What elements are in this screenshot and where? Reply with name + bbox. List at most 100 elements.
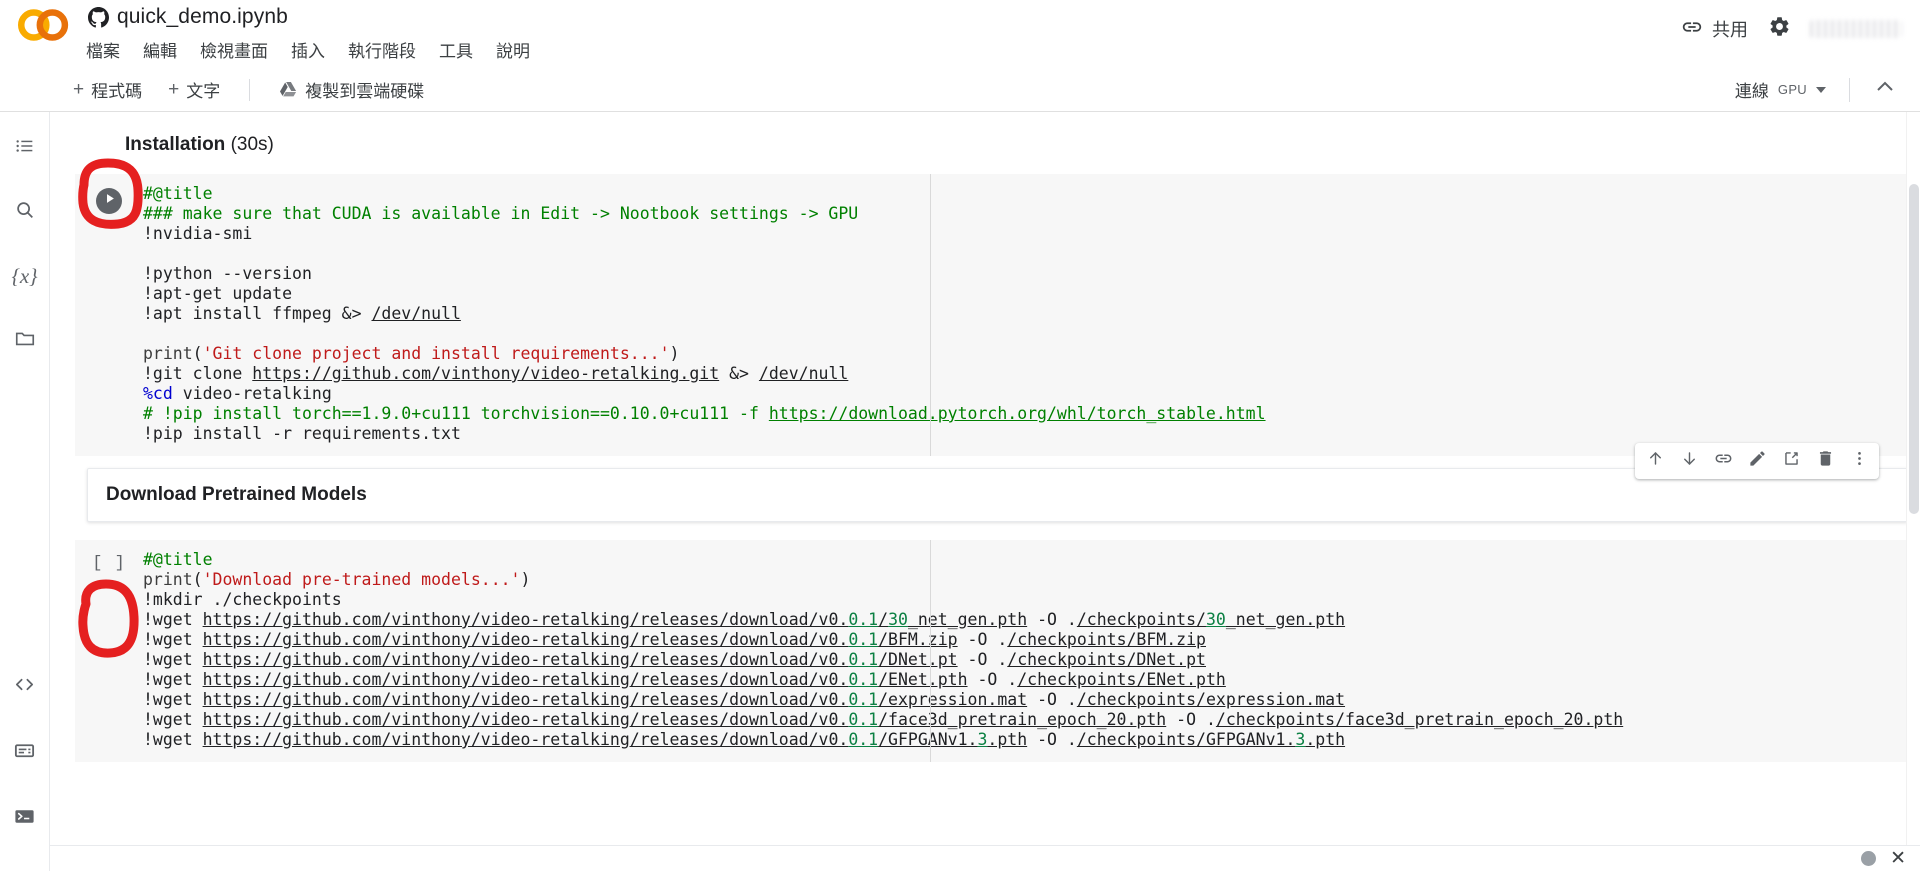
trash-icon (1816, 449, 1835, 473)
sidebar-item-code-snippets[interactable] (5, 667, 45, 707)
menu-edit[interactable]: 編輯 (143, 37, 177, 62)
code-link[interactable]: /checkpoints/ (1077, 610, 1206, 629)
status-indicator (1861, 851, 1877, 866)
code-link[interactable]: 0.1 (848, 650, 878, 669)
code-link[interactable]: /checkpoints/DNet.pt (1007, 650, 1206, 669)
code-link[interactable]: 0.1 (848, 630, 878, 649)
code-editor-download-models[interactable]: #@title print('Download pre-trained model… (143, 550, 1920, 750)
code-link[interactable]: 0.1 (848, 690, 878, 709)
text-cell-download-pretrained-models[interactable]: Download Pretrained Models (87, 443, 1908, 522)
code-link[interactable]: https://download.pytorch.org/whl/torch_s… (769, 404, 1266, 423)
code-link[interactable]: /checkpoints/GFPGANv1. (1077, 730, 1296, 749)
move-cell-down-button[interactable] (1673, 446, 1705, 476)
code-link[interactable]: https://github.com/vinthony/video-retalk… (203, 670, 849, 689)
menu-runtime[interactable]: 執行階段 (348, 37, 416, 62)
edit-cell-button[interactable] (1741, 446, 1773, 476)
avatar[interactable] (1810, 20, 1902, 38)
menu-tools[interactable]: 工具 (439, 37, 473, 62)
move-cell-up-button[interactable] (1639, 446, 1671, 476)
code-link[interactable]: /ENet.pth (878, 670, 967, 689)
code-link[interactable]: 30 (1206, 610, 1226, 629)
notebook-scroll-area[interactable]: Installation (30s) #@title ### make sure … (50, 112, 1920, 871)
code-token: ( (192, 344, 203, 363)
code-link[interactable]: /dev/null (759, 364, 848, 383)
code-link[interactable]: https://github.com/vinthony/video-retalk… (203, 710, 849, 729)
collapse-header-button[interactable] (1864, 69, 1906, 111)
menu-help[interactable]: 說明 (496, 37, 530, 62)
sidebar-bottom-group (5, 667, 45, 839)
code-link[interactable]: .pth (1305, 730, 1345, 749)
code-link[interactable]: https://github.com/vinthony/video-retalk… (203, 690, 849, 709)
code-link[interactable]: .pth (987, 730, 1027, 749)
sidebar-item-toc[interactable] (5, 128, 45, 168)
colab-logo[interactable] (18, 8, 70, 42)
copy-cell-link-button[interactable] (1707, 446, 1739, 476)
terminal-icon (13, 805, 36, 833)
code-link[interactable]: /GFPGANv1. (878, 730, 977, 749)
code-link[interactable]: https://github.com/vinthony/video-retalk… (252, 364, 719, 383)
variables-icon: {x} (11, 263, 38, 288)
code-cell-download-models[interactable]: [ ] #@title print('Download pre-trained m… (75, 540, 1920, 762)
code-link[interactable]: https://github.com/vinthony/video-retalk… (203, 730, 849, 749)
code-link[interactable]: /checkpoints/face3d_pretrain_epoch_20.pt… (1216, 710, 1623, 729)
code-link[interactable]: https://github.com/vinthony/video-retalk… (203, 630, 849, 649)
toolbar-divider (249, 78, 251, 101)
sidebar-item-variables[interactable]: {x} (5, 256, 45, 296)
sidebar-item-files[interactable] (5, 320, 45, 360)
code-link[interactable]: /expression.mat (878, 690, 1027, 709)
status-bar: ✕ (50, 845, 1920, 871)
section-heading-text: Installation (125, 134, 226, 155)
code-link[interactable]: /dev/null (371, 304, 460, 323)
code-link[interactable]: / (878, 610, 888, 629)
code-link[interactable]: https://github.com/vinthony/video-retalk… (203, 650, 849, 669)
code-link[interactable]: /checkpoints/BFM.zip (1007, 630, 1206, 649)
code-link[interactable]: 3 (1295, 730, 1305, 749)
code-link[interactable]: 0.1 (848, 710, 878, 729)
add-text-cell-button[interactable]: + 文字 (157, 72, 231, 107)
sidebar-item-search[interactable] (5, 192, 45, 232)
code-link[interactable]: 30 (888, 610, 908, 629)
close-status-button[interactable]: ✕ (1890, 849, 1906, 868)
chevron-down-icon[interactable] (1816, 86, 1826, 93)
code-line: # !pip install torch==1.9.0+cu111 torchv… (143, 404, 1900, 424)
code-token: . (1066, 730, 1077, 749)
code-link[interactable]: /checkpoints/ENet.pth (1017, 670, 1226, 689)
add-code-cell-button[interactable]: + 程式碼 (62, 72, 153, 107)
code-token: ) (669, 344, 680, 363)
code-link[interactable]: /DNet.pt (878, 650, 957, 669)
document-title[interactable]: quick_demo.ipynb (117, 5, 288, 29)
code-link[interactable]: 0.1 (848, 610, 878, 629)
code-link[interactable]: _net_gen.pth (1226, 610, 1345, 629)
menu-file[interactable]: 檔案 (86, 37, 120, 62)
left-sidebar: {x} (0, 112, 50, 871)
code-link[interactable]: 0.1 (848, 730, 878, 749)
menu-insert[interactable]: 插入 (291, 37, 325, 62)
code-link[interactable]: https://github.com/vinthony/video-retalk… (203, 610, 849, 629)
settings-button[interactable] (1758, 8, 1800, 50)
sidebar-item-terminal[interactable] (5, 799, 45, 839)
connect-button[interactable]: 連線 GPU (1726, 72, 1835, 107)
code-link[interactable]: 3 (977, 730, 987, 749)
code-editor-installation[interactable]: #@title ### make sure that CUDA is availa… (143, 184, 1920, 444)
code-token: -O (1166, 710, 1206, 729)
code-cell-installation[interactable]: #@title ### make sure that CUDA is availa… (75, 174, 1920, 456)
run-cell-button[interactable] (96, 188, 122, 214)
menu-view[interactable]: 檢視畫面 (200, 37, 268, 62)
scrollbar-thumb[interactable] (1909, 184, 1919, 514)
cell-more-options-button[interactable] (1843, 446, 1875, 476)
code-link[interactable]: 0.1 (848, 670, 878, 689)
code-link[interactable]: _net_gen.pth (908, 610, 1027, 629)
code-link[interactable]: /checkpoints/expression.mat (1077, 690, 1345, 709)
open-in-tab-button[interactable] (1775, 446, 1807, 476)
code-token: %cd (143, 384, 173, 403)
copy-to-drive-button[interactable]: 複製到雲端硬碟 (268, 72, 435, 107)
document-title-row[interactable]: quick_demo.ipynb (88, 0, 288, 34)
code-link[interactable]: /BFM.zip (878, 630, 957, 649)
vertical-scrollbar[interactable] (1906, 112, 1920, 871)
code-link[interactable]: /face3d_pretrain_epoch_20.pth (878, 710, 1166, 729)
cell-execution-index[interactable]: [ ] (92, 554, 126, 762)
sidebar-item-command-palette[interactable] (5, 733, 45, 773)
code-token: ### make sure that CUDA is available in … (143, 204, 859, 223)
delete-cell-button[interactable] (1809, 446, 1841, 476)
share-button[interactable]: 共用 (1671, 10, 1758, 49)
